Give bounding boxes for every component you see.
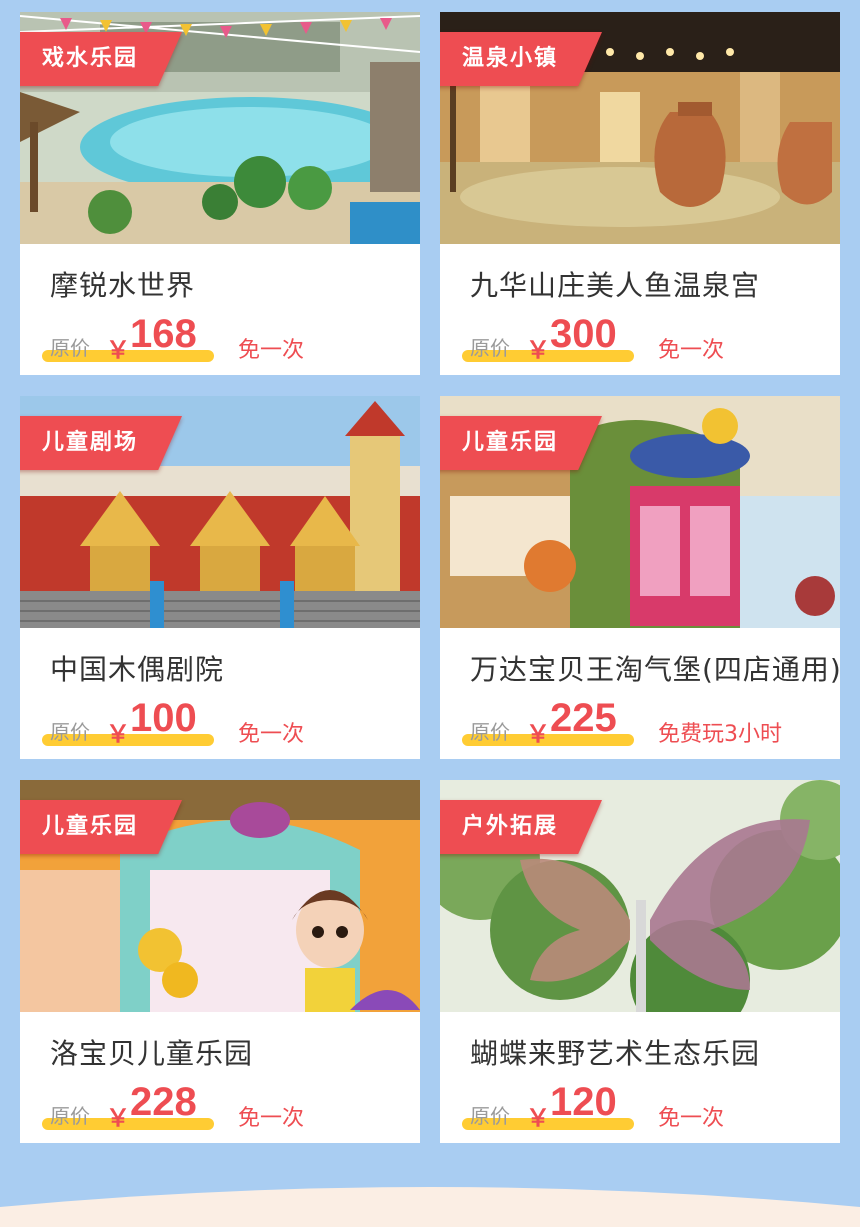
offer-text: 免一次 [658, 1106, 725, 1131]
venue-card[interactable]: 儿童乐园 万达宝贝王淘气堡(四店通用) 原价 ￥ 225 免费玩3小时 [440, 396, 840, 759]
venue-photo-kids-playground: 儿童乐园 [440, 396, 840, 628]
price-line: 原价 ￥ 100 免一次 [42, 696, 420, 752]
venue-card[interactable]: 温泉小镇 九华山庄美人鱼温泉宫 原价 ￥ 300 免一次 [440, 12, 840, 375]
venue-name: 洛宝贝儿童乐园 [50, 1037, 254, 1070]
price-amount: 120 [550, 1080, 617, 1124]
price-amount: 228 [130, 1080, 197, 1124]
offer-text: 免一次 [238, 722, 305, 747]
venue-photo-cartoon-park: 儿童乐园 [20, 780, 420, 1012]
price-line: 原价 ￥ 120 免一次 [462, 1080, 840, 1136]
original-price-label: 原价 [50, 720, 90, 744]
currency-symbol: ￥ [106, 720, 130, 748]
bottom-wave-decoration [0, 1187, 860, 1227]
price-line: 原价 ￥ 168 免一次 [42, 312, 420, 368]
venue-photo-puppet-theater: 儿童剧场 [20, 396, 420, 628]
category-tag: 儿童乐园 [440, 416, 602, 470]
price-amount: 225 [550, 696, 617, 740]
venue-name: 九华山庄美人鱼温泉宫 [470, 269, 761, 302]
currency-symbol: ￥ [526, 336, 550, 364]
currency-symbol: ￥ [526, 720, 550, 748]
venue-photo-butterfly-sculpture: 户外拓展 [440, 780, 840, 1012]
category-tag: 户外拓展 [440, 800, 602, 854]
offer-text: 免一次 [658, 338, 725, 363]
price-line: 原价 ￥ 225 免费玩3小时 [462, 696, 840, 752]
venue-name: 万达宝贝王淘气堡(四店通用) [470, 653, 840, 686]
price-amount: 300 [550, 312, 617, 356]
original-price-label: 原价 [470, 336, 510, 360]
currency-symbol: ￥ [106, 1104, 130, 1132]
category-tag: 儿童乐园 [20, 800, 182, 854]
currency-symbol: ￥ [106, 336, 130, 364]
category-tag: 戏水乐园 [20, 32, 182, 86]
price-line: 原价 ￥ 228 免一次 [42, 1080, 420, 1136]
venue-card[interactable]: 戏水乐园 摩锐水世界 原价 ￥ 168 免一次 [20, 12, 420, 375]
venue-card[interactable]: 户外拓展 蝴蝶来野艺术生态乐园 原价 ￥ 120 免一次 [440, 780, 840, 1143]
price-amount: 168 [130, 312, 197, 356]
original-price-label: 原价 [470, 1104, 510, 1128]
original-price-label: 原价 [50, 1104, 90, 1128]
price-line: 原价 ￥ 300 免一次 [462, 312, 840, 368]
venue-card-grid: 戏水乐园 摩锐水世界 原价 ￥ 168 免一次 温泉小镇 九华山庄美人鱼温泉宫 … [20, 12, 840, 1143]
venue-name: 摩锐水世界 [50, 269, 196, 302]
price-amount: 100 [130, 696, 197, 740]
venue-photo-hot-spring: 温泉小镇 [440, 12, 840, 244]
original-price-label: 原价 [50, 336, 90, 360]
category-tag: 儿童剧场 [20, 416, 182, 470]
venue-name: 中国木偶剧院 [50, 653, 225, 686]
venue-card[interactable]: 儿童乐园 洛宝贝儿童乐园 原价 ￥ 228 免一次 [20, 780, 420, 1143]
offer-text: 免一次 [238, 1106, 305, 1131]
currency-symbol: ￥ [526, 1104, 550, 1132]
venue-card[interactable]: 儿童剧场 中国木偶剧院 原价 ￥ 100 免一次 [20, 396, 420, 759]
offer-text: 免费玩3小时 [658, 722, 782, 747]
category-tag: 温泉小镇 [440, 32, 602, 86]
venue-name: 蝴蝶来野艺术生态乐园 [470, 1037, 761, 1070]
offer-text: 免一次 [238, 338, 305, 363]
venue-photo-water-park: 戏水乐园 [20, 12, 420, 244]
original-price-label: 原价 [470, 720, 510, 744]
